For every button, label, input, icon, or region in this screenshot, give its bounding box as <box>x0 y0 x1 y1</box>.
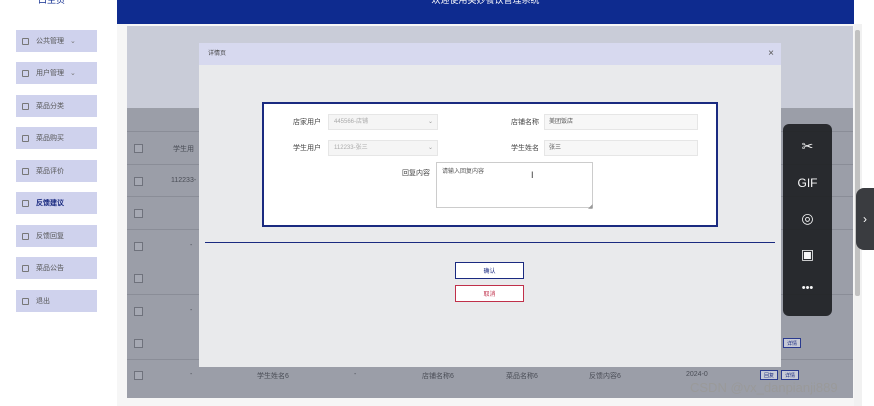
user-icon <box>22 69 29 77</box>
sidebar-item-dish-category[interactable]: 菜品分类 <box>16 95 97 117</box>
table-cell: - <box>190 307 193 314</box>
dialog-title: 详情页 <box>208 51 227 57</box>
sidebar-item-label: 反馈回复 <box>36 233 64 240</box>
reply-button[interactable]: 回复 <box>760 370 778 380</box>
detail-dialog: 详情页 × 店家用户 445566-店铺 ⌄ 店铺名称 美团饭店 学生用户 11… <box>199 43 781 367</box>
chevron-down-icon: ⌄ <box>70 70 76 77</box>
table-cell: - <box>190 242 193 249</box>
row-checkbox[interactable] <box>134 242 143 251</box>
sidebar-item-feedback[interactable]: 反馈建议 <box>16 192 97 214</box>
comment-icon <box>22 167 29 175</box>
detail-button[interactable]: 详情 <box>783 338 801 348</box>
chevron-down-icon: ⌄ <box>427 145 433 151</box>
sidebar-item-users[interactable]: 用户管理 ⌄ <box>16 62 97 84</box>
detail-button[interactable]: 详情 <box>781 370 799 380</box>
student-name-field[interactable]: 张三 <box>544 140 698 156</box>
reply-label: 回复内容 <box>402 170 430 177</box>
watermark: CSDN @vx_danpianji889 <box>690 380 838 395</box>
column-header: 学生用 <box>173 146 194 153</box>
sidebar-item-label: 退出 <box>36 298 50 305</box>
sidebar-item-public[interactable]: 公共管理 ⌄ <box>16 30 97 52</box>
gif-button[interactable]: GIF <box>783 176 832 190</box>
sidebar-item-label: 反馈建议 <box>36 200 64 207</box>
shop-user-value: 445566-店铺 <box>334 119 369 125</box>
floating-toolbar: ✂ GIF ◎ ▣ ••• <box>783 124 832 316</box>
student-user-value: 112233-张三 <box>334 145 368 151</box>
row-checkbox[interactable] <box>134 274 143 283</box>
shop-user-label: 店家用户 <box>293 119 321 126</box>
doc-icon <box>22 102 29 110</box>
sidebar: 公共管理 ⌄ 用户管理 ⌄ 菜品分类 菜品购买 菜品评价 反馈建议 反馈回复 菜… <box>0 24 117 406</box>
text-cursor-icon: I <box>531 170 534 180</box>
select-all-checkbox[interactable] <box>134 144 143 153</box>
settings-icon <box>22 37 29 45</box>
chevron-down-icon: ⌄ <box>70 38 76 45</box>
reply-textarea[interactable]: 请输入回复内容 <box>436 162 593 208</box>
dialog-divider <box>205 242 775 243</box>
table-cell: - <box>190 371 193 378</box>
home-link[interactable]: 口主页 <box>38 0 65 6</box>
table-cell: - <box>354 371 357 378</box>
cancel-button[interactable]: 取消 <box>455 285 524 302</box>
app-title: 欢迎使用美妙餐饮管理系统 <box>431 0 540 5</box>
shop-user-select[interactable]: 445566-店铺 ⌄ <box>328 114 438 130</box>
row-checkbox[interactable] <box>134 371 143 380</box>
sidebar-item-label: 菜品公告 <box>36 265 64 272</box>
logout-icon <box>22 297 29 305</box>
resize-grip-icon[interactable]: ◢ <box>588 203 593 210</box>
dialog-header: 详情页 × <box>199 43 781 65</box>
record-icon[interactable]: ◎ <box>783 210 832 227</box>
sidebar-item-label: 公共管理 <box>36 38 64 45</box>
row-checkbox[interactable] <box>134 177 143 186</box>
dialog-body: 店家用户 445566-店铺 ⌄ 店铺名称 美团饭店 学生用户 112233-张… <box>199 65 781 367</box>
shop-name-label: 店铺名称 <box>511 119 539 126</box>
cart-icon <box>22 134 29 142</box>
scissors-icon[interactable]: ✂ <box>783 138 832 155</box>
feedback-icon <box>22 199 29 207</box>
close-icon[interactable]: × <box>768 43 774 65</box>
table-cell: 反馈内容6 <box>589 373 621 380</box>
table-cell: 店铺名称6 <box>422 373 454 380</box>
sidebar-item-label: 菜品购买 <box>36 135 64 142</box>
scrollbar-thumb[interactable] <box>855 30 860 296</box>
shop-name-field[interactable]: 美团饭店 <box>544 114 698 130</box>
table-cell: 学生姓名6 <box>257 373 289 380</box>
sidebar-item-dish-purchase[interactable]: 菜品购买 <box>16 127 97 149</box>
student-user-select[interactable]: 112233-张三 ⌄ <box>328 140 438 156</box>
sidebar-item-dish-review[interactable]: 菜品评价 <box>16 160 97 182</box>
reply-icon <box>22 232 29 240</box>
sidebar-item-label: 用户管理 <box>36 70 64 77</box>
student-user-label: 学生用户 <box>293 145 321 152</box>
student-name-label: 学生姓名 <box>511 145 539 152</box>
image-icon[interactable]: ▣ <box>783 246 832 263</box>
more-icon[interactable]: ••• <box>783 282 832 294</box>
chevron-right-icon[interactable]: › <box>856 188 874 250</box>
chevron-down-icon: ⌄ <box>427 119 433 125</box>
notice-icon <box>22 264 29 272</box>
row-checkbox[interactable] <box>134 339 143 348</box>
sidebar-item-feedback-reply[interactable]: 反馈回复 <box>16 225 97 247</box>
sidebar-item-announcements[interactable]: 菜品公告 <box>16 257 97 279</box>
row-checkbox[interactable] <box>134 307 143 316</box>
table-cell: 2024-0 <box>686 371 708 378</box>
row-checkbox[interactable] <box>134 209 143 218</box>
table-cell: 菜品名称6 <box>506 373 538 380</box>
sidebar-item-logout[interactable]: 退出 <box>16 290 97 312</box>
sidebar-item-label: 菜品评价 <box>36 168 64 175</box>
table-cell: 112233- <box>171 177 197 184</box>
confirm-button[interactable]: 确认 <box>455 262 524 279</box>
sidebar-item-label: 菜品分类 <box>36 103 64 110</box>
